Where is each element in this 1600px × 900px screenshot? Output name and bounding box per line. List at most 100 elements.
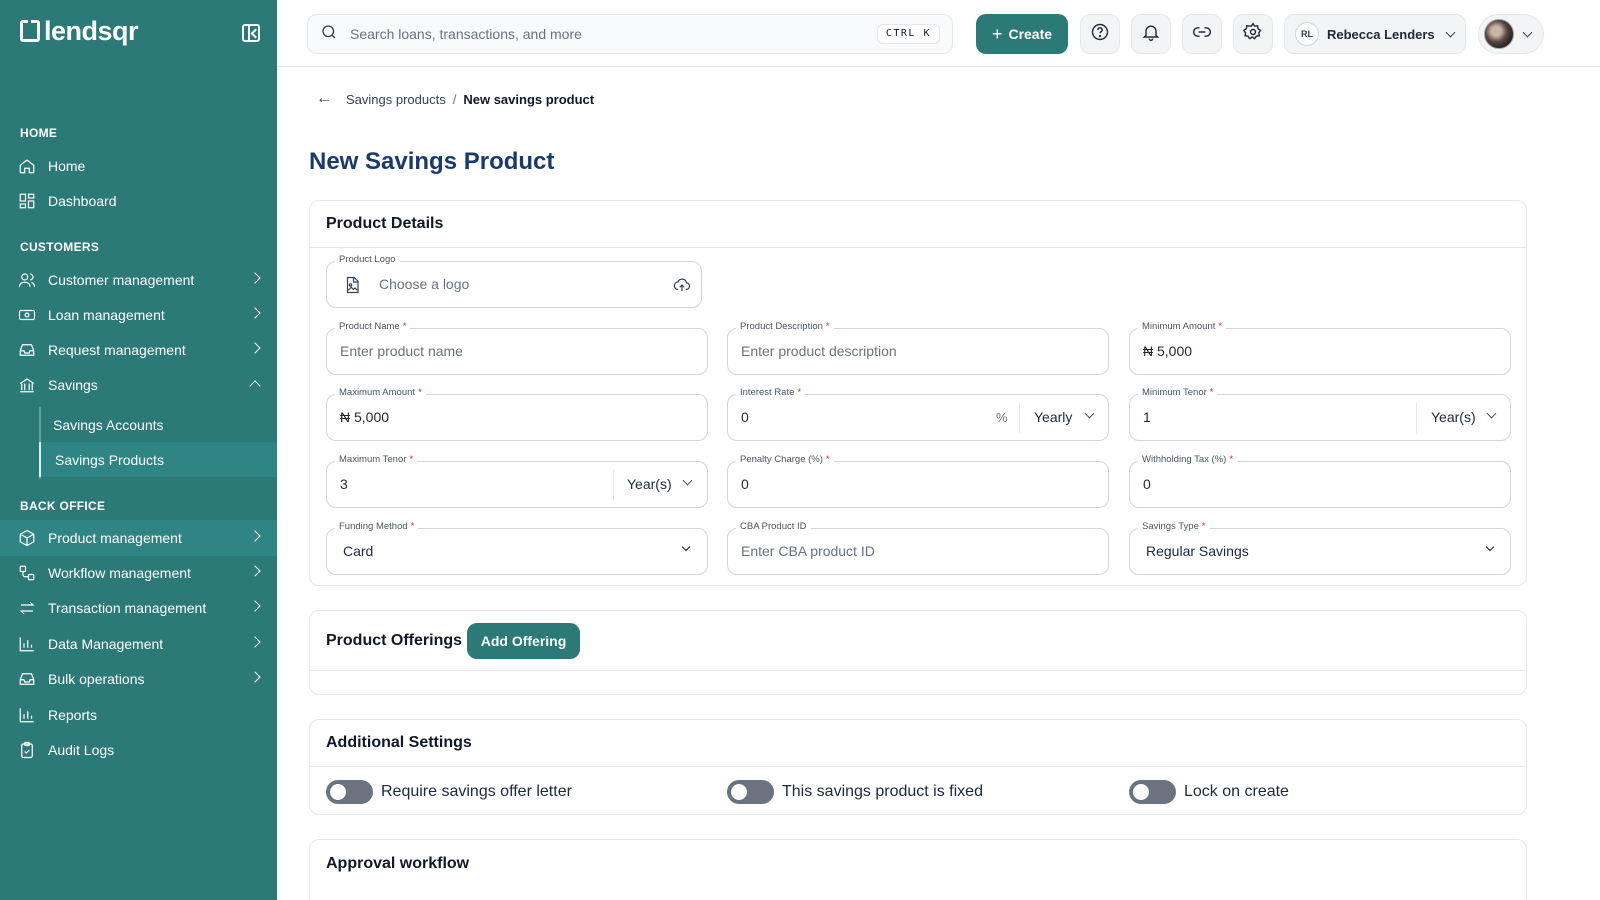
product-logo-label: Product Logo [335, 254, 400, 265]
required-mark: * [1209, 387, 1214, 398]
sidebar-item-product-management[interactable]: Product management [0, 520, 277, 556]
minimum-tenor-unit-select[interactable]: Year(s) [1431, 409, 1476, 425]
chevron-up-icon [249, 380, 261, 392]
sidebar-item-bulk-operations[interactable]: Bulk operations [0, 661, 277, 697]
sidebar-subitem-savings-products[interactable]: Savings Products [39, 442, 277, 477]
offer-letter-setting: Require savings offer letter [326, 780, 572, 804]
product-description-input[interactable]: Enter product description [741, 343, 897, 359]
sidebar-item-label: Transaction management [48, 600, 207, 616]
arrow-left-icon[interactable]: ← [316, 90, 332, 108]
interest-rate-field[interactable]: Interest Rate * 0 % Yearly [727, 387, 1109, 441]
cba-product-id-input[interactable]: Enter CBA product ID [741, 543, 875, 559]
product-description-label: Product Description * [736, 321, 834, 332]
logo-text: lendsqr [44, 16, 139, 46]
chevron-down-icon [1486, 408, 1497, 419]
sidebar-item-label: Bulk operations [48, 671, 145, 687]
bank-icon [18, 376, 36, 394]
chevron-right-icon [249, 671, 261, 683]
tray-icon [18, 670, 36, 688]
field-divider [1416, 403, 1417, 433]
sidebar-item-workflow-management[interactable]: Workflow management [0, 555, 277, 591]
interest-period-select[interactable]: Yearly [1034, 409, 1072, 425]
label-text: Product Name [339, 321, 400, 332]
lock-on-create-toggle[interactable] [1129, 780, 1176, 804]
dashboard-grid-icon [18, 192, 36, 210]
help-button[interactable] [1080, 14, 1120, 54]
profile-menu[interactable] [1478, 14, 1544, 54]
maximum-amount-input[interactable]: ₦ 5,000 [340, 409, 389, 425]
sidebar-subitem-savings-accounts[interactable]: Savings Accounts [39, 407, 277, 442]
minimum-amount-input[interactable]: ₦ 5,000 [1143, 343, 1192, 359]
sidebar-item-customer-management[interactable]: Customer management [0, 262, 277, 298]
offer-letter-toggle[interactable] [326, 780, 373, 804]
product-logo-field[interactable]: Product Logo Choose a logo [326, 254, 702, 308]
required-mark: * [797, 387, 802, 398]
required-mark: * [825, 454, 830, 465]
funding-method-select[interactable]: Card [343, 543, 373, 559]
sidebar-item-home[interactable]: Home [0, 148, 277, 184]
avatar [1484, 19, 1514, 49]
penalty-charge-label: Penalty Charge (%) * [736, 454, 834, 465]
lock-on-create-label: Lock on create [1184, 783, 1289, 800]
collapse-sidebar-icon[interactable] [242, 24, 260, 42]
minimum-amount-field[interactable]: Minimum Amount * ₦ 5,000 [1129, 321, 1511, 375]
notifications-button[interactable] [1131, 14, 1171, 54]
label-text: Minimum Tenor [1142, 387, 1207, 398]
minimum-tenor-input[interactable]: 1 [1143, 409, 1151, 425]
interest-rate-input[interactable]: 0 [741, 409, 749, 425]
maximum-tenor-field[interactable]: Maximum Tenor * 3 Year(s) [326, 454, 708, 508]
breadcrumb-parent-link[interactable]: Savings products [346, 92, 446, 107]
funding-method-field[interactable]: Funding Method * Card [326, 521, 708, 575]
required-mark: * [410, 521, 415, 532]
sidebar-item-dashboard[interactable]: Dashboard [0, 183, 277, 219]
product-description-field[interactable]: Product Description * Enter product descr… [727, 321, 1109, 375]
sidebar: lendsqr HOME Home Dashboard CUSTOMERS Cu… [0, 0, 277, 900]
sidebar-item-savings[interactable]: Savings [0, 367, 277, 403]
breadcrumb-current: New savings product [463, 91, 595, 107]
settings-button[interactable] [1233, 14, 1273, 54]
sidebar-item-audit-logs[interactable]: Audit Logs [0, 732, 277, 768]
penalty-charge-field[interactable]: Penalty Charge (%) * 0 [727, 454, 1109, 508]
sidebar-item-request-management[interactable]: Request management [0, 332, 277, 368]
global-search[interactable]: CTRL K [307, 14, 953, 54]
withholding-tax-field[interactable]: Withholding Tax (%) * 0 [1129, 454, 1511, 508]
sidebar-item-loan-management[interactable]: Loan management [0, 297, 277, 333]
required-mark: * [409, 454, 414, 465]
search-input[interactable] [350, 26, 850, 42]
minimum-tenor-field[interactable]: Minimum Tenor * 1 Year(s) [1129, 387, 1511, 441]
savings-type-select[interactable]: Regular Savings [1146, 543, 1249, 559]
maximum-tenor-input[interactable]: 3 [340, 476, 348, 492]
sidebar-item-transaction-management[interactable]: Transaction management [0, 590, 277, 626]
chevron-down-icon [1485, 542, 1495, 552]
sidebar-item-reports[interactable]: Reports [0, 697, 277, 733]
search-icon [320, 23, 338, 46]
product-logo-placeholder: Choose a logo [379, 276, 470, 292]
product-name-field[interactable]: Product Name * Enter product name [326, 321, 708, 375]
links-button[interactable] [1182, 14, 1222, 54]
topbar: CTRL K + Create RL Rebecca Lenders [277, 0, 1600, 67]
lendsqr-logo[interactable]: lendsqr [20, 16, 139, 46]
cloud-upload-icon[interactable] [673, 276, 691, 294]
page-title: New Savings Product [309, 148, 555, 175]
maximum-amount-field[interactable]: Maximum Amount * ₦ 5,000 [326, 387, 708, 441]
report-chart-icon [18, 706, 36, 724]
withholding-tax-input[interactable]: 0 [1143, 476, 1151, 492]
sidebar-item-label: Customer management [48, 272, 195, 288]
sidebar-item-label: Loan management [48, 307, 165, 323]
sidebar-item-data-management[interactable]: Data Management [0, 626, 277, 662]
user-menu[interactable]: RL Rebecca Lenders [1284, 14, 1466, 54]
cba-product-id-field[interactable]: CBA Product ID Enter CBA product ID [727, 521, 1109, 575]
maximum-tenor-unit-select[interactable]: Year(s) [627, 476, 672, 492]
gear-icon [1242, 21, 1263, 47]
create-button[interactable]: + Create [976, 14, 1068, 54]
penalty-charge-input[interactable]: 0 [741, 476, 749, 492]
savings-type-field[interactable]: Savings Type * Regular Savings [1129, 521, 1511, 575]
sidebar-item-label: Workflow management [48, 565, 191, 581]
add-offering-button[interactable]: Add Offering [467, 623, 580, 659]
savings-type-label: Savings Type * [1138, 521, 1210, 532]
product-name-input[interactable]: Enter product name [340, 343, 463, 359]
fixed-product-toggle[interactable] [727, 780, 774, 804]
keyboard-shortcut-badge: CTRL K [876, 24, 940, 44]
banknote-icon [18, 306, 36, 324]
offer-letter-label: Require savings offer letter [381, 783, 572, 800]
